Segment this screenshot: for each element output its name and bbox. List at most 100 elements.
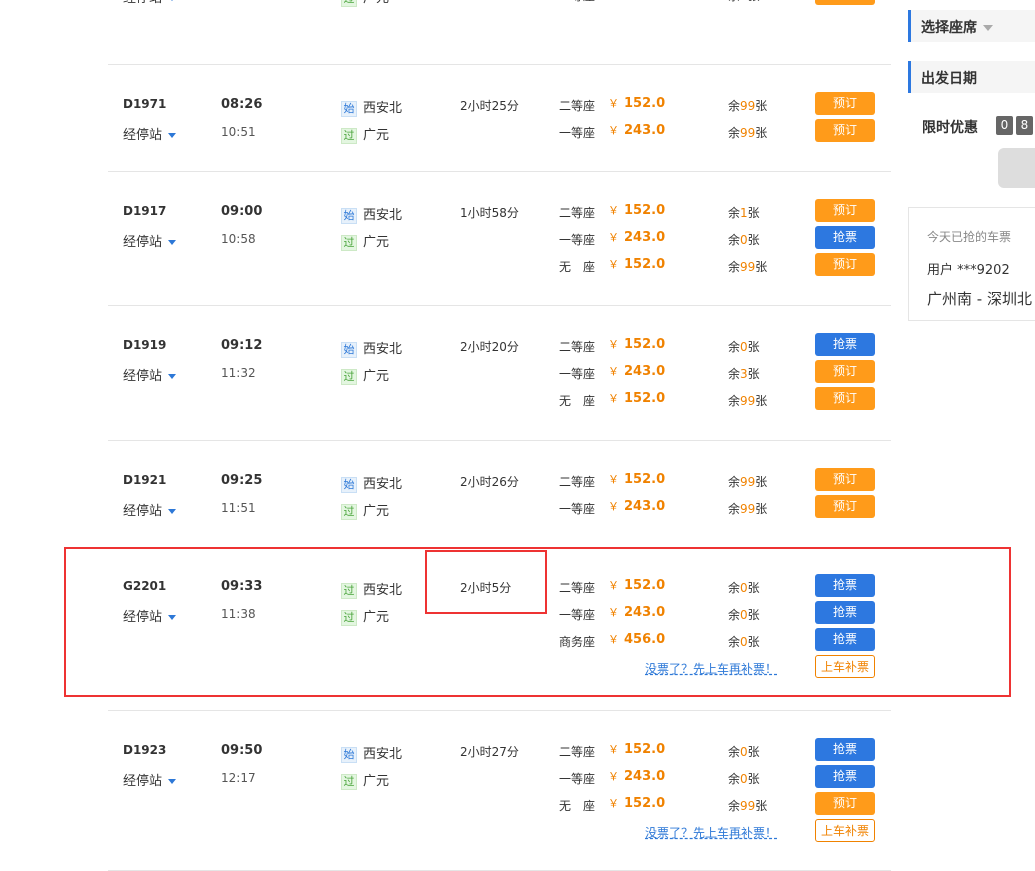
train-number: D1923: [123, 743, 167, 757]
book-button[interactable]: 预订: [815, 199, 875, 222]
date-filter[interactable]: 出发日期: [908, 61, 1035, 93]
currency-symbol: ￥: [608, 743, 619, 756]
stops-dropdown[interactable]: 经停站: [123, 0, 177, 6]
arrival-time: 12:17: [221, 771, 256, 785]
stops-dropdown[interactable]: 经停站: [123, 500, 177, 519]
to-station-name: 广元: [363, 128, 390, 143]
book-button[interactable]: 预订: [815, 360, 875, 383]
currency-symbol: ￥: [608, 97, 619, 110]
to-station-name: 广元: [363, 235, 390, 250]
remaining-prefix: 余: [728, 206, 741, 220]
stops-dropdown[interactable]: 经停站: [123, 231, 177, 250]
ticker-user: 用户 ***9202: [927, 263, 1010, 278]
ticker-route: 广州南 - 深圳北: [927, 290, 1032, 308]
stops-label: 经停站: [123, 504, 163, 519]
seat-price: ￥ 152.0: [608, 256, 665, 272]
train-number: D1917: [123, 204, 167, 218]
seat-class: 无 座: [559, 799, 596, 813]
seat-filter[interactable]: 选择座席: [908, 10, 1035, 42]
remaining-tickets: 余0张: [728, 338, 760, 355]
remaining-count: 5: [740, 0, 748, 3]
stops-dropdown[interactable]: 经停站: [123, 770, 177, 789]
price-value: 243.0: [624, 230, 666, 245]
grab-ticket-button[interactable]: 抢票: [815, 333, 875, 356]
duration: 2小时27分: [460, 745, 519, 759]
departure-time: 09:50: [221, 743, 263, 758]
remaining-tickets: 余1张: [728, 204, 760, 221]
seat-class: 二等座: [559, 745, 596, 759]
book-button[interactable]: 预订: [815, 387, 875, 410]
station-type-badge: 始: [341, 476, 357, 493]
duration: 2小时20分: [460, 340, 519, 354]
station-type-badge: 过: [341, 773, 357, 790]
station-type-badge: 过: [341, 368, 357, 385]
remaining-suffix: 张: [755, 260, 768, 274]
remaining-tickets: 余99张: [728, 258, 767, 275]
seat-price: ￥243.0: [608, 0, 665, 1]
remaining-count: 0: [740, 233, 748, 247]
seat-price: ￥243.0: [608, 768, 665, 784]
stops-dropdown[interactable]: 经停站: [123, 124, 177, 143]
from-station-name: 西安北: [363, 477, 403, 492]
seat-class: 一等座: [559, 367, 596, 381]
remaining-tickets: 余99张: [728, 500, 767, 517]
grabbed-tickets-panel: 今天已抢的车票 用户 ***9202 广州南 - 深圳北: [908, 207, 1035, 321]
promo-button[interactable]: [998, 148, 1035, 188]
board-then-pay-link[interactable]: 没票了？先上车再补票！: [645, 824, 777, 841]
price-value: 243.0: [624, 769, 666, 784]
train-list: D1915经停站08:1310:36始西安北过广元2小时21分二等座￥152.0…: [108, 0, 891, 871]
promo-title: 限时优惠: [922, 120, 978, 136]
seat-class: 一等座: [559, 0, 595, 4]
price-value: 152.0: [624, 337, 666, 352]
from-station: 始西安北: [341, 338, 402, 358]
price-value: 152.0: [624, 96, 666, 111]
remaining-suffix: 张: [748, 0, 760, 3]
book-button[interactable]: 预订: [815, 495, 875, 518]
duration: 2小时25分: [460, 99, 519, 113]
train-row: D1921 经停站 09:25 11:51 始西安北过广元 2小时26分 二等座 ￥ 152.0…: [108, 440, 891, 549]
board-then-pay-button[interactable]: 上车补票: [815, 819, 875, 842]
remaining-count: 0: [740, 340, 748, 354]
arrival-time: 10:51: [221, 125, 256, 139]
chevron-down-icon: [168, 509, 177, 514]
currency-symbol: ￥: [608, 365, 619, 378]
remaining-suffix: 张: [747, 206, 760, 220]
to-station: 过广元: [341, 0, 389, 7]
book-button[interactable]: 预订: [815, 92, 875, 115]
remaining-prefix: 余: [728, 475, 741, 489]
to-station: 过广元: [341, 231, 389, 251]
grab-ticket-button[interactable]: 抢票: [815, 738, 875, 761]
to-station-name: 广元: [363, 504, 390, 519]
remaining-suffix: 张: [747, 772, 760, 786]
book-button[interactable]: 预订: [815, 792, 875, 815]
book-button[interactable]: 预订: [815, 253, 875, 276]
book-button[interactable]: 预订: [815, 0, 875, 5]
remaining-prefix: 余: [728, 367, 741, 381]
remaining-count: 3: [740, 367, 748, 381]
seat-price: ￥ 152.0: [608, 741, 665, 757]
currency-symbol: ￥: [608, 124, 619, 137]
stops-label: 经停站: [123, 774, 163, 789]
chevron-down-icon: [168, 0, 177, 1]
remaining-tickets: 余99张: [728, 473, 767, 490]
highlight-box-g2201-duration: [425, 550, 547, 614]
book-button[interactable]: 预订: [815, 119, 875, 142]
remaining-prefix: 余: [728, 502, 741, 516]
remaining-tickets: 余99张: [728, 124, 767, 141]
station-type-badge: 始: [341, 341, 357, 358]
departure-time: 09:12: [221, 338, 263, 353]
remaining-prefix: 余: [728, 745, 741, 759]
book-button[interactable]: 预订: [815, 468, 875, 491]
remaining-prefix: 余: [728, 340, 741, 354]
from-station: 始西安北: [341, 204, 402, 224]
stops-dropdown[interactable]: 经停站: [123, 365, 177, 384]
seat-price: ￥ 152.0: [608, 471, 665, 487]
grab-ticket-button[interactable]: 抢票: [815, 765, 875, 788]
train-number: D1971: [123, 97, 167, 111]
stops-label: 经停站: [123, 235, 163, 250]
departure-time: 09:00: [221, 204, 263, 219]
station-type-badge: 始: [341, 100, 357, 117]
grab-ticket-button[interactable]: 抢票: [815, 226, 875, 249]
remaining-suffix: 张: [747, 233, 760, 247]
to-station-name: 广元: [363, 0, 389, 6]
